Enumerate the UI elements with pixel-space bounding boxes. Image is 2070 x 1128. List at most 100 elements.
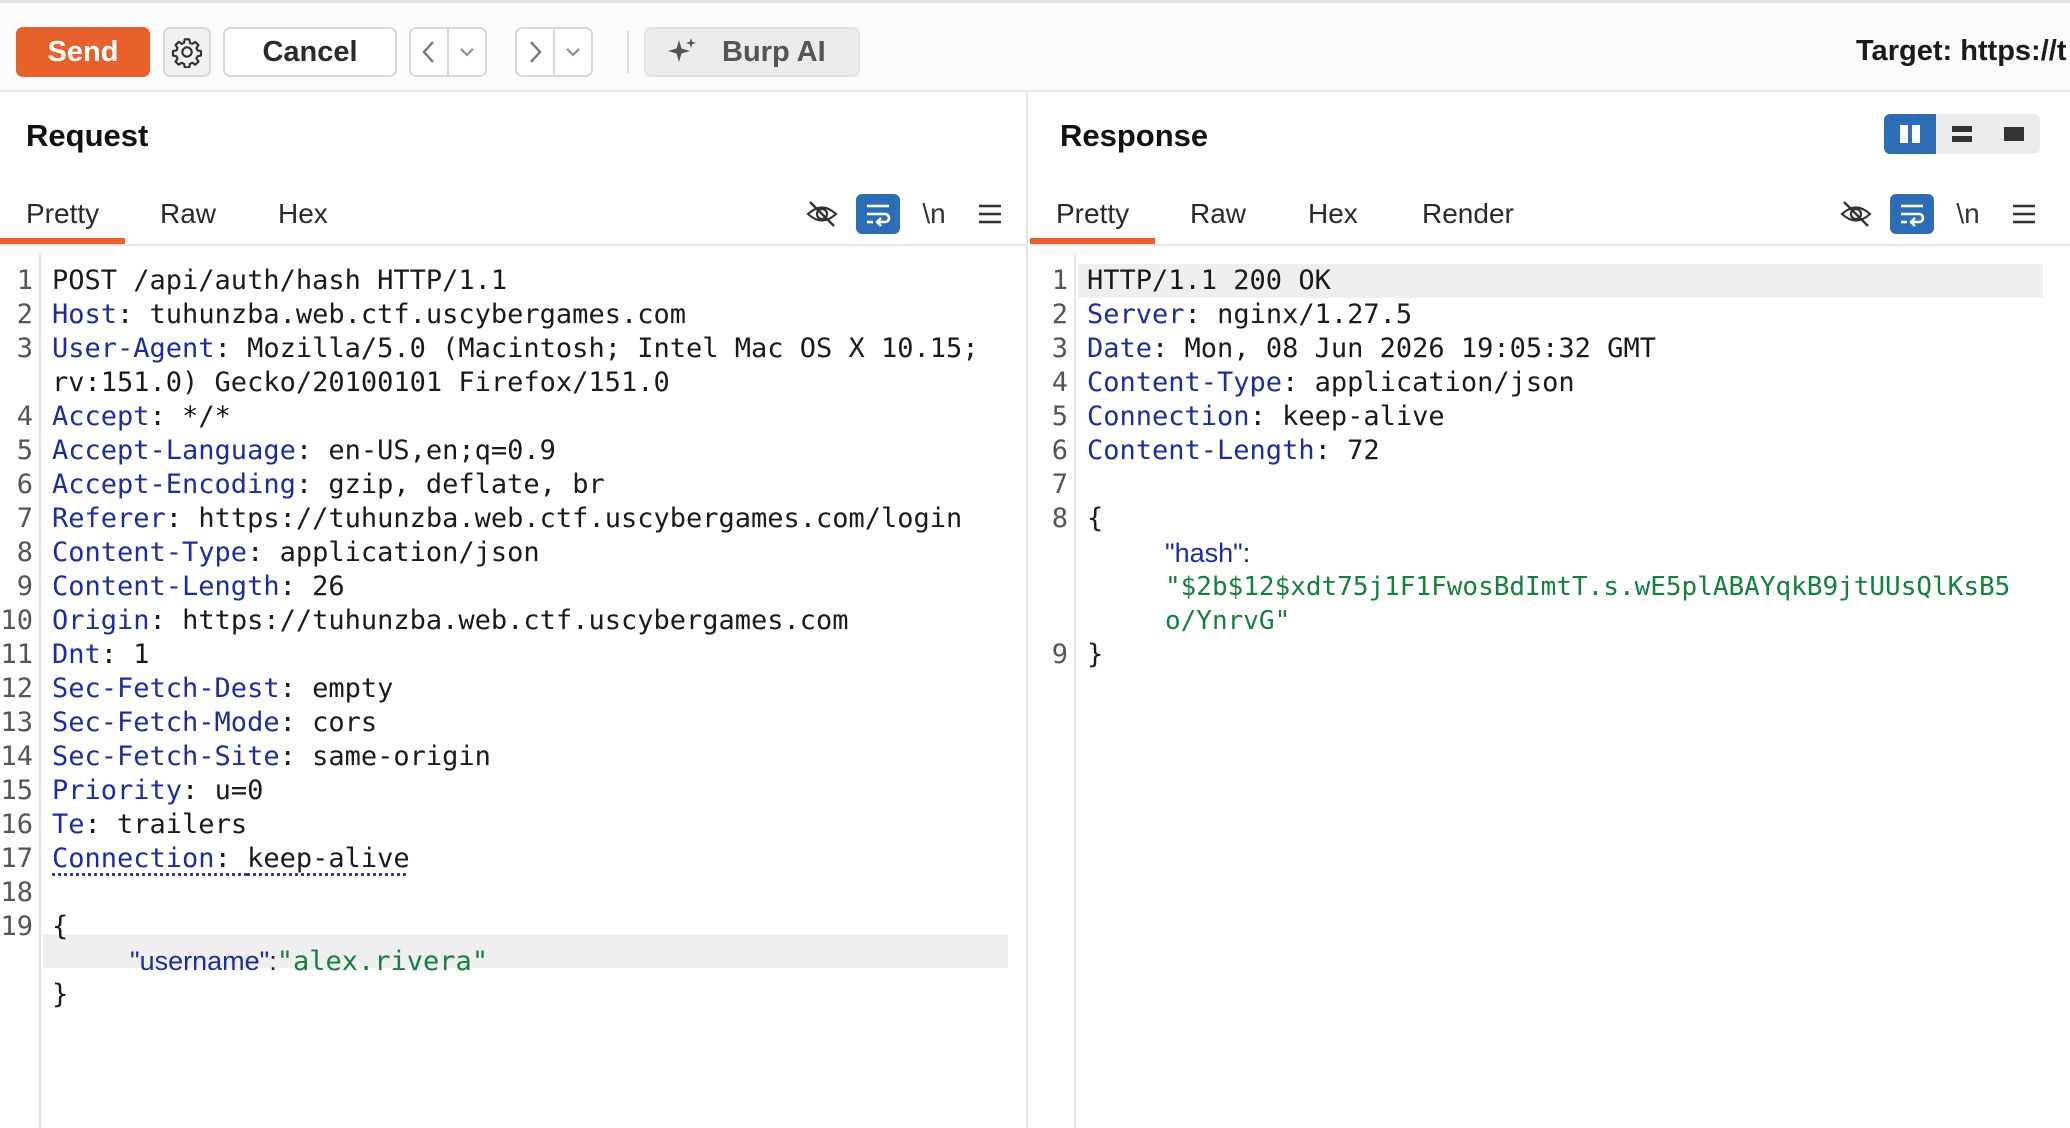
response-editor-tools: \n (1822, 192, 2046, 236)
code-text: } (52, 979, 69, 1010)
editor-menu-button[interactable] (968, 194, 1012, 234)
response-editor[interactable]: 1 2 3 4 5 6 7 8 9 HTTP/1.1 200 OK Server: nginx/1.… (1030, 254, 2070, 1128)
hide-nonprinting-button[interactable] (800, 194, 844, 234)
code-line: } (52, 978, 68, 1012)
show-newlines-toggle[interactable]: \n (1946, 194, 1990, 234)
code-line: Host: tuhunzba.web.ctf.uscybergames.com (52, 299, 686, 330)
header-name: Accept-Encoding (52, 469, 296, 500)
line-number: 7 (1051, 469, 1068, 500)
eye-slash-icon (1840, 201, 1872, 227)
line-number: 19 (0, 911, 33, 942)
header-value: 26 (312, 571, 345, 602)
line-number: 17 (0, 843, 33, 874)
layout-toggle (1884, 114, 2040, 154)
header-value: 72 (1347, 435, 1380, 466)
code-line: Te: trailers (52, 809, 248, 840)
line-number: 11 (0, 639, 33, 670)
header-name: Content-Type (1087, 367, 1283, 398)
wrap-icon (867, 204, 891, 227)
code-line: HTTP/1.1 200 OK (1087, 264, 1331, 298)
header-value: application/json (279, 537, 540, 568)
line-number: 2 (16, 299, 33, 330)
json-value-continued: o/YnrvG" (1165, 606, 1291, 636)
back-nav-button-group[interactable] (409, 27, 487, 77)
line-number: 3 (16, 333, 33, 364)
json-body-line: "hash": (1165, 538, 1251, 568)
header-value: Mon, 08 Jun 2026 19:05:32 GMT (1184, 333, 1656, 364)
response-tab-pretty[interactable]: Pretty (1030, 192, 1156, 244)
back-history-dropdown[interactable] (447, 29, 485, 75)
line-number: 9 (16, 571, 33, 602)
chevron-left-icon (422, 41, 434, 63)
response-title: Response (1060, 118, 1209, 153)
response-tab-render[interactable]: Render (1396, 192, 1540, 244)
code-line: rv:151.0) Gecko/20100101 Firefox/151.0 (52, 366, 670, 400)
header-name: User-Agent (52, 333, 215, 364)
code-line: Referer: https://tuhunzba.web.ctf.uscybe… (52, 503, 963, 534)
code-line: Date: Mon, 08 Jun 2026 19:05:32 GMT (1087, 333, 1656, 364)
show-newlines-toggle[interactable]: \n (912, 194, 956, 234)
line-number: 8 (16, 537, 33, 568)
line-number: 6 (1051, 435, 1068, 466)
header-value: https://tuhunzba.web.ctf.uscybergames.co… (182, 605, 849, 636)
header-value: tuhunzba.web.ctf.uscybergames.com (149, 299, 686, 330)
cancel-button[interactable]: Cancel (223, 27, 397, 77)
code-line: } (1087, 638, 1103, 672)
request-editor[interactable]: 1 2 3 4 5 6 7 8 9 10 11 12 13 14 15 16 17 18 19 POST /api/a… (0, 254, 1026, 1128)
code-line: Server: nginx/1.27.5 (1087, 299, 1413, 330)
forward-history-dropdown[interactable] (553, 29, 591, 75)
request-tab-hex[interactable]: Hex (252, 192, 354, 244)
header-name: Content-Type (52, 537, 248, 568)
code-text: POST /api/auth/hash HTTP/1.1 (52, 265, 508, 296)
code-line: Accept-Language: en-US,en;q=0.9 (52, 435, 556, 466)
line-number: 16 (0, 809, 33, 840)
target-host[interactable]: Target: https://t (1856, 35, 2067, 68)
line-number: 8 (1051, 503, 1068, 534)
line-number: 4 (1051, 367, 1068, 398)
response-tab-hex[interactable]: Hex (1282, 192, 1384, 244)
response-pane: Response Pretty Raw Hex Render \n 1 2 3 … (1030, 92, 2070, 1128)
header-name: Referer (52, 503, 166, 534)
sparkle-icon (668, 38, 696, 62)
layout-stacked-button[interactable] (1936, 114, 1988, 154)
request-tab-raw[interactable]: Raw (134, 192, 242, 244)
word-wrap-toggle[interactable] (1890, 194, 1934, 234)
line-number: 7 (16, 503, 33, 534)
line-number: 9 (1051, 639, 1068, 670)
line-number: 12 (0, 673, 33, 704)
request-tab-pretty[interactable]: Pretty (0, 192, 126, 244)
settings-button[interactable] (163, 27, 211, 77)
header-name: Sec-Fetch-Mode (52, 707, 280, 738)
word-wrap-toggle[interactable] (856, 194, 900, 234)
forward-nav-button-group[interactable] (515, 27, 593, 77)
split-vertical-icon (1900, 125, 1920, 143)
code-line: Connection: keep-alive (52, 843, 410, 874)
code-line: Accept-Encoding: gzip, deflate, br (52, 469, 605, 500)
editor-menu-button[interactable] (2002, 194, 2046, 234)
forward-button[interactable] (517, 29, 553, 75)
code-line: Content-Type: application/json (52, 537, 540, 568)
layout-single-button[interactable] (1988, 114, 2040, 154)
burp-ai-button[interactable]: Burp AI (644, 27, 860, 77)
header-value: u=0 (214, 775, 264, 806)
line-number (1030, 604, 1068, 638)
header-value: */* (182, 401, 231, 432)
header-value: keep-alive (1282, 401, 1445, 432)
back-button[interactable] (411, 29, 447, 75)
toolbar: Send Cancel Burp AI Target: https://t (0, 0, 2070, 92)
toolbar-divider (627, 31, 629, 73)
burp-ai-label: Burp AI (722, 35, 826, 68)
header-name: Origin (52, 605, 150, 636)
json-key: "username" (130, 946, 270, 976)
menu-icon (979, 204, 1001, 224)
hide-nonprinting-button[interactable] (1834, 194, 1878, 234)
send-button[interactable]: Send (16, 27, 150, 77)
code-text: rv:151.0) Gecko/20100101 Firefox/151.0 (52, 367, 670, 398)
line-number: 5 (16, 435, 33, 466)
layout-side-by-side-button[interactable] (1884, 114, 1936, 154)
line-number: 1 (16, 265, 33, 296)
chevron-down-icon (566, 48, 580, 57)
code-line: { (52, 910, 68, 944)
response-tab-raw[interactable]: Raw (1164, 192, 1272, 244)
code-text: HTTP/1.1 200 OK (1087, 265, 1331, 296)
